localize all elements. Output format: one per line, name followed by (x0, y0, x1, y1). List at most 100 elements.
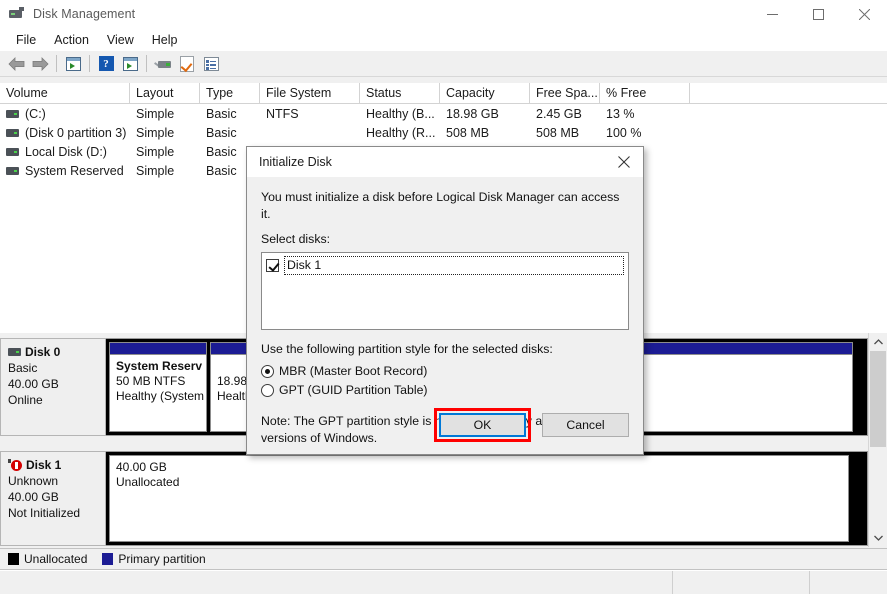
volume-name: (C:) (25, 107, 46, 121)
volume-list-header: VolumeLayoutTypeFile SystemStatusCapacit… (0, 83, 887, 104)
radio-gpt[interactable]: GPT (GUID Partition Table) (261, 382, 629, 399)
dialog-body: You must initialize a disk before Logica… (247, 177, 643, 447)
scrollbar-track[interactable] (869, 351, 887, 529)
column-header[interactable]: Free Spa... (530, 83, 600, 103)
table-row[interactable]: (Disk 0 partition 3)SimpleBasicHealthy (… (0, 123, 887, 142)
help-question-icon[interactable]: ? (94, 53, 118, 75)
disk-icon (8, 348, 21, 356)
volume-disk-icon (6, 148, 19, 156)
disk-name: Disk 1 (26, 457, 61, 473)
table-cell-volume: System Reserved (0, 161, 130, 180)
table-cell-type: Basic (200, 104, 260, 123)
select-disks-label: Select disks: (261, 231, 629, 248)
table-cell-layout: Simple (130, 161, 200, 180)
disk-listbox[interactable]: Disk 1 (261, 252, 629, 330)
partition-name: System Reserv (116, 359, 200, 374)
table-cell-layout: Simple (130, 142, 200, 161)
disk-row[interactable]: Disk 1Unknown40.00 GBNot Initialized40.0… (0, 451, 868, 546)
table-cell-capacity: 18.98 GB (440, 104, 530, 123)
menu-bar: File Action View Help (0, 28, 887, 51)
table-row[interactable]: (C:)SimpleBasicNTFSHealthy (B...18.98 GB… (0, 104, 887, 123)
console-tree-icon[interactable] (61, 53, 85, 75)
scroll-down-arrow-icon[interactable] (869, 529, 887, 547)
toolbar: ? (0, 51, 887, 77)
properties-list-icon[interactable] (199, 53, 223, 75)
partition-block[interactable]: 40.00 GBUnallocated (109, 455, 849, 542)
disk-title: Disk 0 (8, 344, 99, 360)
legend-label: Unallocated (24, 552, 87, 566)
dialog-button-row: OK Cancel (434, 408, 629, 442)
column-header[interactable]: Capacity (440, 83, 530, 103)
menu-file[interactable]: File (7, 31, 45, 49)
disk-list-item[interactable]: Disk 1 (264, 255, 626, 276)
menu-action[interactable]: Action (45, 31, 98, 49)
minimize-button[interactable] (749, 0, 795, 28)
menu-help[interactable]: Help (143, 31, 187, 49)
column-header[interactable]: Layout (130, 83, 200, 103)
column-header[interactable]: % Free (600, 83, 690, 103)
toolbar-separator (89, 55, 90, 72)
disk-info-panel[interactable]: Disk 0Basic40.00 GBOnline (0, 338, 106, 436)
scrollbar-thumb[interactable] (870, 351, 886, 447)
column-header[interactable]: Status (360, 83, 440, 103)
disk-error-icon (8, 459, 22, 472)
volume-name: (Disk 0 partition 3) (25, 126, 126, 140)
mbr-radio-indicator[interactable] (261, 365, 274, 378)
window-title: Disk Management (33, 7, 135, 21)
disk-type: Unknown (8, 473, 99, 489)
partition-header-bar (110, 343, 206, 355)
table-cell-pctfree: 100 % (600, 123, 690, 142)
table-cell-volume: (C:) (0, 104, 130, 123)
disk-checkbox[interactable] (266, 259, 279, 272)
gpt-label: GPT (GUID Partition Table) (279, 382, 428, 399)
disk-state: Not Initialized (8, 505, 99, 521)
volume-disk-icon (6, 129, 19, 137)
ok-button[interactable]: OK (439, 413, 526, 437)
cancel-button[interactable]: Cancel (542, 413, 629, 437)
partition-block[interactable]: System Reserv50 MB NTFSHealthy (System (109, 342, 207, 432)
disk-partition-bar: 40.00 GBUnallocated (106, 451, 868, 546)
disk-list-item-label: Disk 1 (284, 256, 624, 275)
scroll-up-arrow-icon[interactable] (869, 333, 887, 351)
column-header[interactable]: Type (200, 83, 260, 103)
disk-state: Online (8, 392, 99, 408)
volume-name: System Reserved (25, 164, 124, 178)
legend-label: Primary partition (118, 552, 205, 566)
window-controls (749, 0, 887, 28)
disk-size: 40.00 GB (8, 376, 99, 392)
checkmark-document-icon[interactable] (175, 53, 199, 75)
mbr-label: MBR (Master Boot Record) (279, 363, 427, 380)
volume-name: Local Disk (D:) (25, 145, 107, 159)
disk-pane-scrollbar[interactable] (868, 333, 887, 547)
ok-button-highlight: OK (434, 408, 531, 442)
dialog-title-bar: Initialize Disk (247, 147, 643, 177)
table-cell-layout: Simple (130, 123, 200, 142)
partition-style-label: Use the following partition style for th… (261, 341, 629, 358)
menu-view[interactable]: View (98, 31, 143, 49)
partition-details: System Reserv50 MB NTFSHealthy (System (110, 355, 206, 404)
gpt-radio-indicator[interactable] (261, 384, 274, 397)
partition-details: 40.00 GBUnallocated (110, 456, 848, 490)
initialize-disk-dialog: Initialize Disk You must initialize a di… (246, 146, 644, 455)
action-pane-icon[interactable] (118, 53, 142, 75)
table-cell-status: Healthy (B... (360, 104, 440, 123)
disk-management-icon (9, 6, 25, 22)
partition-size: 50 MB NTFS (116, 374, 200, 389)
legend-swatch (102, 553, 113, 565)
table-cell-capacity: 508 MB (440, 123, 530, 142)
dialog-close-button[interactable] (605, 147, 643, 177)
back-button[interactable] (4, 53, 28, 75)
table-cell-fs (260, 123, 360, 142)
table-cell-status: Healthy (R... (360, 123, 440, 142)
table-cell-layout: Simple (130, 104, 200, 123)
column-header[interactable]: Volume (0, 83, 130, 103)
radio-mbr[interactable]: MBR (Master Boot Record) (261, 363, 629, 380)
maximize-button[interactable] (795, 0, 841, 28)
disk-info-panel[interactable]: Disk 1Unknown40.00 GBNot Initialized (0, 451, 106, 546)
close-button[interactable] (841, 0, 887, 28)
rescan-disk-icon[interactable] (151, 53, 175, 75)
column-header[interactable]: File System (260, 83, 360, 103)
table-cell-volume: Local Disk (D:) (0, 142, 130, 161)
forward-button[interactable] (28, 53, 52, 75)
partition-status: Healthy (System (116, 389, 200, 404)
